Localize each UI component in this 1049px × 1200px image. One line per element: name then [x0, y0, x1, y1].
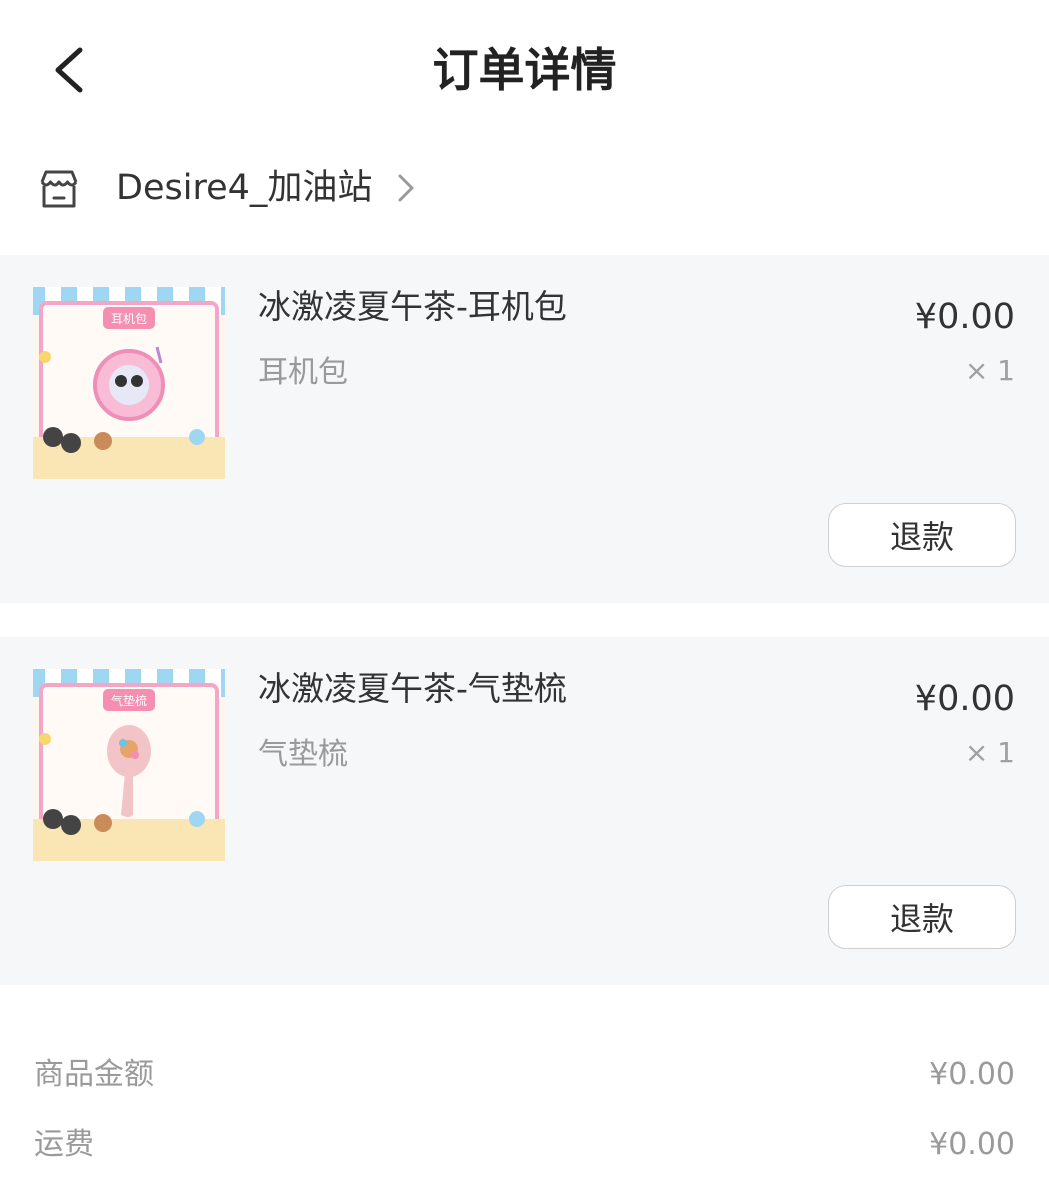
refund-button[interactable]: 退款	[828, 503, 1016, 567]
product-price: ¥0.00	[914, 297, 1015, 337]
summary-row-goods-amount: 商品金额 ¥0.00	[0, 1050, 1049, 1100]
summary-value: ¥0.00	[929, 1057, 1015, 1092]
summary-label: 运费	[34, 1127, 94, 1162]
product-price: ¥0.00	[914, 679, 1015, 719]
product-spec: 气垫梳	[258, 737, 348, 772]
summary-value: ¥0.00	[929, 1127, 1015, 1162]
summary-row-shipping: 运费 ¥0.00	[0, 1120, 1049, 1170]
product-quantity: × 1	[964, 354, 1015, 387]
order-item-card: 气垫梳 冰激凌夏午茶-气垫梳 气垫梳 ¥0.00 × 1 退款	[0, 637, 1049, 985]
chevron-right-icon	[398, 174, 414, 202]
thumbnail-label: 气垫梳	[111, 693, 147, 708]
summary-label: 商品金额	[34, 1057, 154, 1092]
thumbnail-label: 耳机包	[111, 312, 147, 326]
order-item-card: 耳机包 冰激凌夏午茶-耳机包 耳机包 ¥0.00 × 1 退款	[0, 255, 1049, 603]
shop-link[interactable]: Desire4_加油站	[0, 150, 1049, 230]
refund-button[interactable]: 退款	[828, 885, 1016, 949]
product-title: 冰激凌夏午茶-气垫梳	[258, 669, 567, 708]
shop-name: Desire4_加油站	[116, 168, 373, 208]
shop-icon	[40, 170, 78, 208]
product-thumbnail-air-cushion-comb[interactable]: 气垫梳	[33, 669, 225, 861]
page-title: 订单详情	[432, 43, 617, 97]
product-quantity: × 1	[964, 736, 1015, 769]
product-spec: 耳机包	[258, 355, 348, 390]
product-thumbnail-earphone-case[interactable]: 耳机包	[33, 287, 225, 479]
navigation-header: 订单详情	[0, 0, 1049, 140]
product-title: 冰激凌夏午茶-耳机包	[258, 287, 567, 326]
